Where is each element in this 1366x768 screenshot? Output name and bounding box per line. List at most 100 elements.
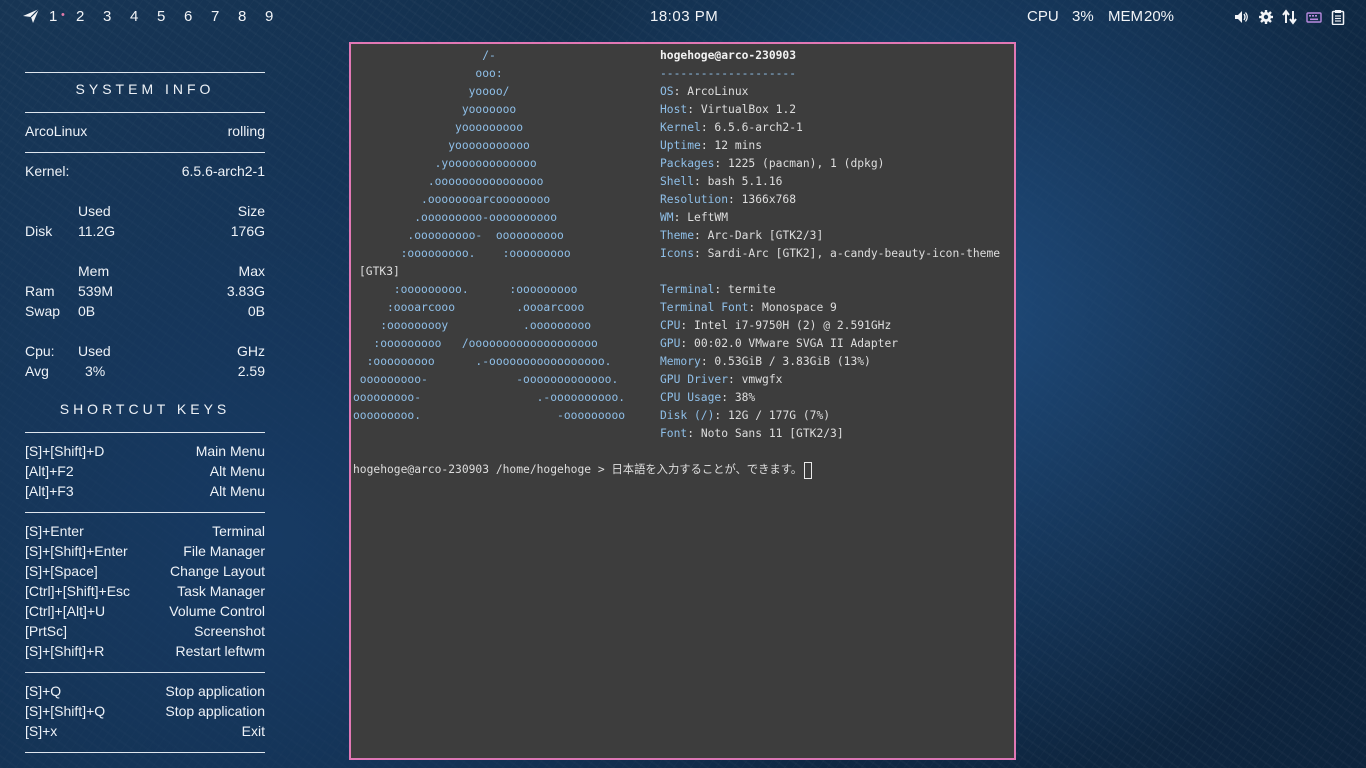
disk-used: 11.2G	[78, 223, 116, 239]
swap-label: Swap	[25, 303, 61, 319]
info-key: Terminal Font	[660, 301, 749, 314]
cpu-value: 3%	[1072, 8, 1094, 25]
arco-logo-icon[interactable]	[22, 8, 40, 24]
ascii-art-line: yooooooooooo	[353, 139, 530, 152]
info-field: Shell: bash 5.1.16	[660, 173, 1014, 191]
ascii-art-line: .oooooooooooooooo	[353, 175, 544, 188]
info-key: Shell	[660, 175, 695, 188]
avg-label: Avg	[25, 363, 49, 379]
shortcut-keys: [S]+[Shift]+Enter	[25, 543, 128, 559]
info-key: GPU	[660, 337, 681, 350]
disk-size-header: Size	[237, 203, 265, 219]
mem-value: 20%	[1144, 8, 1175, 25]
info-colon: :	[680, 337, 695, 350]
ascii-art-line: yooooooo	[353, 103, 517, 116]
shortcut-row: [S]+Enter Terminal	[25, 521, 265, 541]
ascii-art-line: .ooooooooo-oooooooooo	[353, 211, 558, 224]
workspace-button-2[interactable]: 2	[76, 8, 84, 25]
info-key: Theme	[660, 229, 695, 242]
swap-max: 0B	[247, 303, 265, 319]
shortcut-action: File Manager	[183, 543, 265, 559]
cpu-avg-row: Avg 3% 2.59	[25, 361, 265, 381]
info-field: GPU Driver: vmwgfx	[660, 371, 1014, 389]
distro-name: ArcoLinux	[25, 123, 88, 139]
info-key: Icons	[660, 247, 695, 260]
divider	[25, 152, 265, 153]
info-value: 00:02.0 VMware SVGA II Adapter	[694, 337, 899, 350]
shortcut-keys: [S]+[Shift]+R	[25, 643, 105, 659]
info-colon: :	[694, 247, 708, 260]
info-field: CPU: Intel i7-9750H (2) @ 2.591GHz	[660, 317, 1014, 335]
info-value: 12G / 177G (7%)	[728, 409, 831, 422]
ascii-art-line: .oooooooarcoooooooo	[353, 193, 551, 206]
info-colon: :	[700, 139, 715, 152]
arcolinux-ascii-logo: /- ooo: yoooo/ yooooooo yooooooooo yoooo…	[353, 47, 625, 425]
workspace-button-1[interactable]: 1	[49, 8, 57, 25]
info-value: Arc-Dark [GTK2/3]	[707, 229, 824, 242]
info-colon: :	[700, 121, 715, 134]
info-field: Icons: Sardi-Arc [GTK2], a-candy-beauty-…	[660, 245, 1014, 263]
cpu-label: CPU	[1027, 8, 1059, 25]
workspace-button-3[interactable]: 3	[103, 8, 111, 25]
neofetch-info: hogehoge@arco-230903 --------------------…	[660, 47, 1014, 443]
info-key: GPU Driver	[660, 373, 729, 386]
shortcut-row: [Ctrl]+[Shift]+Esc Task Manager	[25, 581, 265, 601]
info-value: Monospace 9	[762, 301, 837, 314]
info-field: Theme: Arc-Dark [GTK2/3]	[660, 227, 1014, 245]
shortcut-keys: [S]+[Shift]+D	[25, 443, 105, 459]
disk-size: 176G	[230, 223, 265, 239]
ascii-art-line: ooooooooo- .-oooooooooo.	[353, 391, 626, 404]
workspace-button-4[interactable]: 4	[130, 8, 138, 25]
shell-prompt-line[interactable]: hogehoge@arco-230903 /home/hogehoge > 日本…	[353, 460, 813, 480]
info-colon: :	[673, 85, 688, 98]
shortcut-row: [S]+x Exit	[25, 721, 265, 741]
info-field: Font: Noto Sans 11 [GTK2/3]	[660, 425, 1014, 443]
shortcut-keys: [S]+Enter	[25, 523, 84, 539]
divider	[25, 432, 265, 433]
info-value: 1225 (pacman), 1 (dpkg)	[728, 157, 885, 170]
volume-icon[interactable]	[1233, 9, 1249, 25]
info-value: 0.53GiB / 3.83GiB (13%)	[714, 355, 871, 368]
shortcut-row: [Alt]+F3 Alt Menu	[25, 481, 265, 501]
info-value: bash 5.1.16	[707, 175, 783, 188]
user-host: hogehoge@arco-230903	[660, 49, 797, 62]
shortcut-keys: [S]+Q	[25, 683, 62, 699]
workspace-button-6[interactable]: 6	[184, 8, 192, 25]
workspace-button-8[interactable]: 8	[238, 8, 246, 25]
workspace-button-7[interactable]: 7	[211, 8, 219, 25]
workspace-button-9[interactable]: 9	[265, 8, 273, 25]
info-field: Memory: 0.53GiB / 3.83GiB (13%)	[660, 353, 1014, 371]
clock: 18:03 PM	[650, 8, 719, 25]
settings-icon[interactable]	[1258, 9, 1274, 25]
cpu-ghz-header: GHz	[237, 343, 265, 359]
shortcut-action: Task Manager	[177, 583, 265, 599]
shortcut-keys: [Ctrl]+[Alt]+U	[25, 603, 106, 619]
mem-label: MEM	[1108, 8, 1143, 25]
cpu-ghz: 2.59	[237, 363, 265, 379]
ram-max: 3.83G	[226, 283, 265, 299]
shell-input[interactable]: 日本語を入力することが、できます。	[611, 463, 802, 476]
separator: --------------------	[660, 67, 797, 80]
shortcut-row: [S]+Q Stop application	[25, 681, 265, 701]
shortcut-action: Screenshot	[194, 623, 265, 639]
info-value: Noto Sans 11 [GTK2/3]	[700, 427, 844, 440]
shortcut-action: Alt Menu	[209, 483, 265, 499]
terminal-window[interactable]: /- ooo: yoooo/ yooooooo yooooooooo yoooo…	[349, 42, 1016, 760]
info-colon: :	[748, 301, 763, 314]
ascii-art-line: ooooooooo- -ooooooooooooo.	[353, 373, 619, 386]
distro-row: ArcoLinux rolling	[25, 121, 265, 141]
info-colon: :	[694, 175, 708, 188]
cpu-label: Cpu:	[25, 343, 55, 359]
cpu-used-header: Used	[78, 343, 111, 359]
info-value: 38%	[734, 391, 756, 404]
shortcut-action: Main Menu	[195, 443, 265, 459]
info-key: OS	[660, 85, 674, 98]
clipboard-icon[interactable]	[1330, 9, 1346, 25]
keyboard-icon[interactable]	[1306, 9, 1322, 25]
cpu-header-row: Cpu: Used GHz	[25, 341, 265, 361]
workspace-button-5[interactable]: 5	[157, 8, 165, 25]
network-icon[interactable]	[1282, 9, 1298, 25]
divider	[25, 512, 265, 513]
ram-used: 539M	[78, 283, 114, 299]
shortcut-action: Restart leftwm	[175, 643, 265, 659]
